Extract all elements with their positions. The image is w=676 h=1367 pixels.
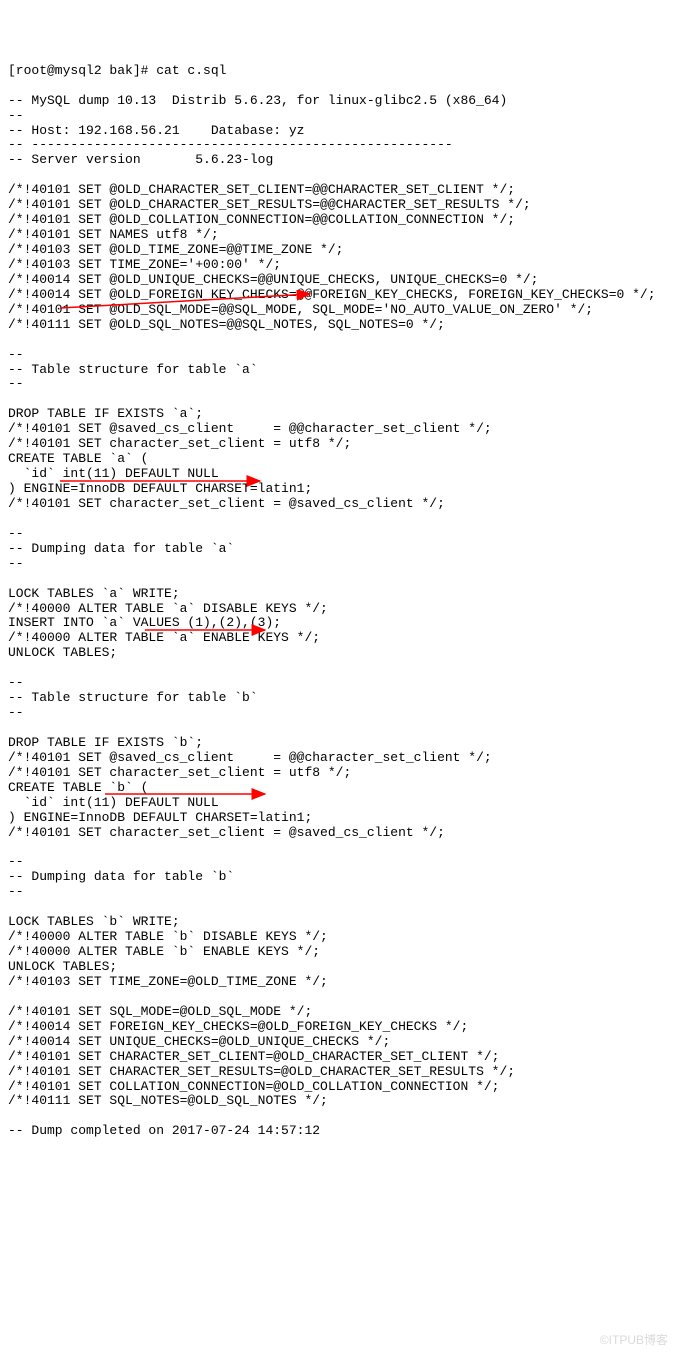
output-line: CREATE TABLE `a` (	[8, 452, 668, 467]
watermark: ©ITPUB博客	[600, 1334, 668, 1348]
terminal-prompt: [root@mysql2 bak]# cat c.sql	[8, 64, 668, 79]
output-line: --	[8, 557, 668, 572]
output-line: LOCK TABLES `a` WRITE;	[8, 587, 668, 602]
output-line: /*!40101 SET @OLD_COLLATION_CONNECTION=@…	[8, 213, 668, 228]
output-line: DROP TABLE IF EXISTS `a`;	[8, 407, 668, 422]
output-line: --	[8, 885, 668, 900]
output-line: INSERT INTO `a` VALUES (1),(2),(3);	[8, 616, 668, 631]
output-line: /*!40101 SET CHARACTER_SET_RESULTS=@OLD_…	[8, 1065, 668, 1080]
output-line: --	[8, 676, 668, 691]
output-line: /*!40101 SET character_set_client = utf8…	[8, 437, 668, 452]
output-line: /*!40014 SET @OLD_FOREIGN_KEY_CHECKS=@@F…	[8, 288, 668, 303]
output-line: /*!40101 SET COLLATION_CONNECTION=@OLD_C…	[8, 1080, 668, 1095]
output-line: UNLOCK TABLES;	[8, 646, 668, 661]
output-line: /*!40000 ALTER TABLE `b` DISABLE KEYS */…	[8, 930, 668, 945]
output-line: --	[8, 527, 668, 542]
output-line: -- Table structure for table `b`	[8, 691, 668, 706]
terminal-output: -- MySQL dump 10.13 Distrib 5.6.23, for …	[8, 94, 668, 1140]
output-line: ) ENGINE=InnoDB DEFAULT CHARSET=latin1;	[8, 811, 668, 826]
output-line: /*!40000 ALTER TABLE `a` DISABLE KEYS */…	[8, 602, 668, 617]
output-line: /*!40014 SET UNIQUE_CHECKS=@OLD_UNIQUE_C…	[8, 1035, 668, 1050]
output-line: CREATE TABLE `b` (	[8, 781, 668, 796]
output-line: /*!40101 SET SQL_MODE=@OLD_SQL_MODE */;	[8, 1005, 668, 1020]
output-line	[8, 990, 668, 1005]
output-line: `id` int(11) DEFAULT NULL	[8, 467, 668, 482]
output-line: /*!40101 SET @OLD_CHARACTER_SET_CLIENT=@…	[8, 183, 668, 198]
output-line: /*!40014 SET FOREIGN_KEY_CHECKS=@OLD_FOR…	[8, 1020, 668, 1035]
output-line	[8, 841, 668, 856]
output-line	[8, 1109, 668, 1124]
output-line: --	[8, 348, 668, 363]
output-line: --	[8, 706, 668, 721]
output-line: -- Dumping data for table `b`	[8, 870, 668, 885]
output-line	[8, 512, 668, 527]
output-line: /*!40103 SET TIME_ZONE=@OLD_TIME_ZONE */…	[8, 975, 668, 990]
output-line: /*!40101 SET CHARACTER_SET_CLIENT=@OLD_C…	[8, 1050, 668, 1065]
output-line	[8, 168, 668, 183]
output-line: /*!40101 SET @OLD_CHARACTER_SET_RESULTS=…	[8, 198, 668, 213]
output-line: /*!40101 SET NAMES utf8 */;	[8, 228, 668, 243]
output-line: LOCK TABLES `b` WRITE;	[8, 915, 668, 930]
output-line: -- Table structure for table `a`	[8, 363, 668, 378]
output-line: /*!40111 SET @OLD_SQL_NOTES=@@SQL_NOTES,…	[8, 318, 668, 333]
output-line: -- Dumping data for table `a`	[8, 542, 668, 557]
output-line: -- -------------------------------------…	[8, 138, 668, 153]
output-line: -- Host: 192.168.56.21 Database: yz	[8, 124, 668, 139]
output-line: --	[8, 377, 668, 392]
output-line: --	[8, 109, 668, 124]
output-line: `id` int(11) DEFAULT NULL	[8, 796, 668, 811]
output-line	[8, 572, 668, 587]
output-line: /*!40103 SET @OLD_TIME_ZONE=@@TIME_ZONE …	[8, 243, 668, 258]
output-line	[8, 333, 668, 348]
output-line: --	[8, 855, 668, 870]
output-line: /*!40000 ALTER TABLE `b` ENABLE KEYS */;	[8, 945, 668, 960]
output-line	[8, 661, 668, 676]
output-line: /*!40014 SET @OLD_UNIQUE_CHECKS=@@UNIQUE…	[8, 273, 668, 288]
output-line: /*!40101 SET character_set_client = @sav…	[8, 826, 668, 841]
output-line: /*!40000 ALTER TABLE `a` ENABLE KEYS */;	[8, 631, 668, 646]
output-line: /*!40101 SET character_set_client = @sav…	[8, 497, 668, 512]
output-line: -- MySQL dump 10.13 Distrib 5.6.23, for …	[8, 94, 668, 109]
output-line: /*!40101 SET @saved_cs_client = @@charac…	[8, 751, 668, 766]
output-line: UNLOCK TABLES;	[8, 960, 668, 975]
output-line	[8, 392, 668, 407]
output-line: ) ENGINE=InnoDB DEFAULT CHARSET=latin1;	[8, 482, 668, 497]
output-line	[8, 721, 668, 736]
output-line: /*!40101 SET @saved_cs_client = @@charac…	[8, 422, 668, 437]
output-line: /*!40103 SET TIME_ZONE='+00:00' */;	[8, 258, 668, 273]
output-line: DROP TABLE IF EXISTS `b`;	[8, 736, 668, 751]
output-line: -- Server version 5.6.23-log	[8, 153, 668, 168]
output-line	[8, 900, 668, 915]
output-line: /*!40111 SET SQL_NOTES=@OLD_SQL_NOTES */…	[8, 1094, 668, 1109]
output-line: /*!40101 SET character_set_client = utf8…	[8, 766, 668, 781]
output-line: /*!40101 SET @OLD_SQL_MODE=@@SQL_MODE, S…	[8, 303, 668, 318]
output-line: -- Dump completed on 2017-07-24 14:57:12	[8, 1124, 668, 1139]
